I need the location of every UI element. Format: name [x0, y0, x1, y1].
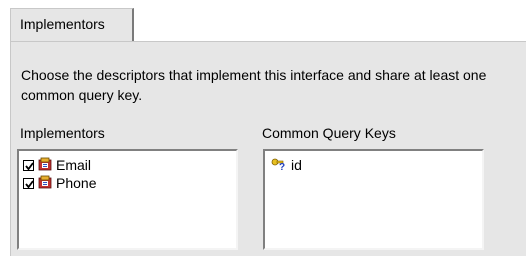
descriptor-icon	[38, 157, 52, 174]
implementors-label: Implementors	[20, 125, 105, 141]
list-item[interactable]: Email	[23, 156, 91, 174]
checkbox-phone[interactable]	[23, 178, 34, 189]
tab-implementors[interactable]: Implementors	[10, 8, 134, 42]
list-item[interactable]: ? id	[271, 156, 302, 174]
implementor-label: Phone	[56, 175, 96, 191]
list-item[interactable]: Phone	[23, 174, 96, 192]
query-keys-list[interactable]: ? id	[263, 149, 484, 250]
implementors-panel: Choose the descriptors that implement th…	[10, 41, 526, 256]
implementors-list[interactable]: Email Phone	[17, 149, 238, 250]
checkmark-icon	[24, 179, 35, 190]
tab-label: Implementors	[20, 16, 105, 32]
implementor-label: Email	[56, 157, 91, 173]
query-key-label: id	[291, 157, 302, 173]
descriptor-icon	[38, 175, 52, 192]
svg-text:?: ?	[279, 162, 285, 171]
query-key-icon: ?	[271, 157, 287, 174]
checkbox-email[interactable]	[23, 160, 34, 171]
description-text: Choose the descriptors that implement th…	[21, 65, 511, 105]
checkmark-icon	[24, 161, 35, 172]
query-keys-label: Common Query Keys	[262, 125, 396, 141]
